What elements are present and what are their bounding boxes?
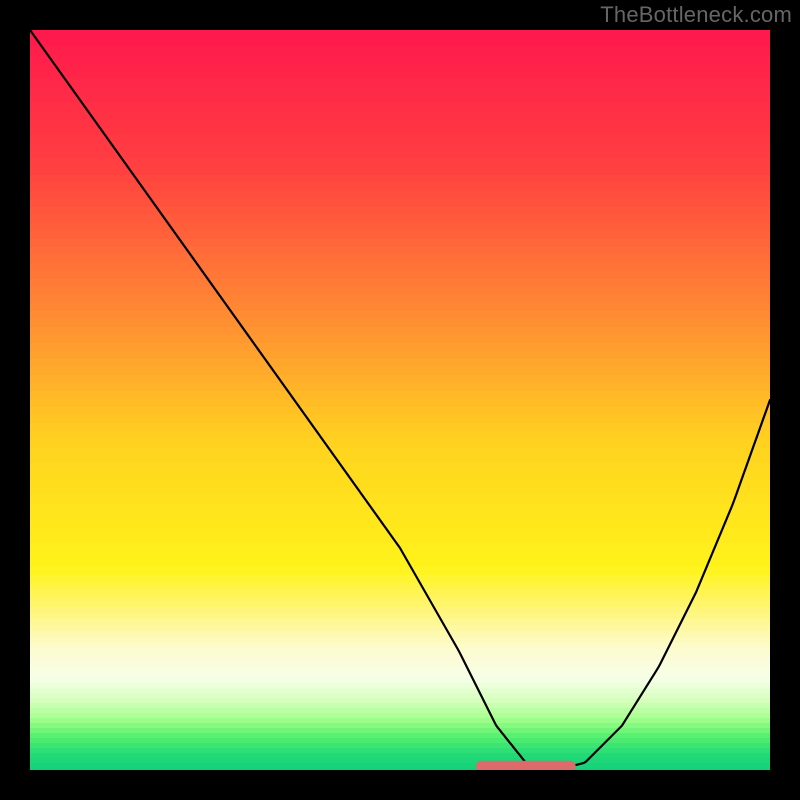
plot-area	[30, 30, 770, 770]
watermark-text: TheBottleneck.com	[600, 2, 792, 28]
curve-layer	[30, 30, 770, 770]
chart-frame: TheBottleneck.com	[0, 0, 800, 800]
bottleneck-curve	[30, 30, 770, 770]
